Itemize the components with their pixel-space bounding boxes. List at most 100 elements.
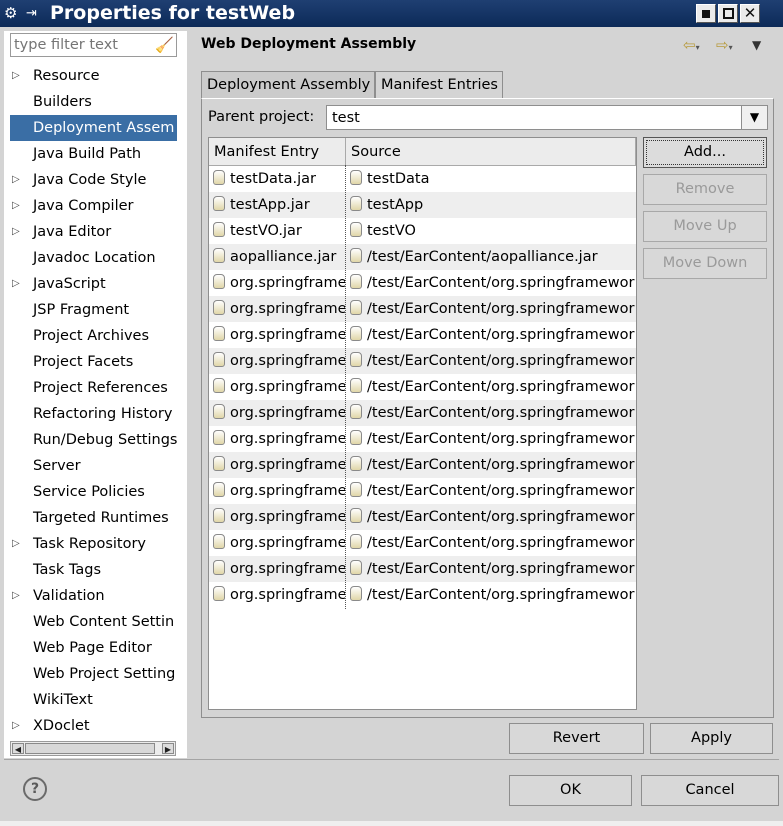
ok-button[interactable]: OK	[509, 775, 632, 806]
tree-item[interactable]: Java Build Path	[10, 141, 180, 167]
add-button[interactable]: Add...	[643, 137, 767, 168]
tree-item[interactable]: Project Facets	[10, 349, 180, 375]
minimize-button[interactable]	[696, 4, 716, 23]
move-up-button[interactable]: Move Up	[643, 211, 767, 242]
tree-item[interactable]: ▷ XDoclet	[10, 713, 180, 739]
forward-arrow-icon[interactable]: ⇨▾	[716, 35, 744, 55]
cell-text: /test/EarContent/org.springframewor	[367, 405, 635, 421]
expand-arrow-icon[interactable]: ▷	[12, 713, 24, 739]
tree-item[interactable]: Service Policies	[10, 479, 180, 505]
expand-arrow-icon[interactable]: ▷	[12, 193, 24, 219]
expand-arrow-icon[interactable]: ▷	[12, 531, 24, 557]
expand-arrow-icon[interactable]: ▷	[12, 63, 24, 89]
jar-icon	[213, 482, 225, 497]
table-row[interactable]: org.springframe/test/EarContent/org.spri…	[209, 400, 636, 426]
tree-item[interactable]: WikiText	[10, 687, 180, 713]
tree-item[interactable]: Web Content Settin	[10, 609, 180, 635]
tree-item[interactable]: Project References	[10, 375, 180, 401]
table-row[interactable]: testApp.jar testApp	[209, 192, 636, 218]
tree-item[interactable]: ▷ Resource	[10, 63, 180, 89]
table-row[interactable]: org.springframe/test/EarContent/org.spri…	[209, 530, 636, 556]
table-row[interactable]: org.springframe/test/EarContent/org.spri…	[209, 348, 636, 374]
title-bar[interactable]: ⚙ ⇥ Properties for testWeb ✕	[0, 0, 783, 27]
chevron-down-icon[interactable]: ▼	[741, 106, 767, 129]
tree-item-label: JavaScript	[33, 276, 106, 292]
table-row[interactable]: org.springframe/test/EarContent/org.spri…	[209, 296, 636, 322]
scroll-thumb[interactable]	[25, 743, 155, 754]
tree-item[interactable]: Javadoc Location	[10, 245, 180, 271]
cancel-button[interactable]: Cancel	[641, 775, 779, 806]
table-row[interactable]: org.springframe/test/EarContent/org.spri…	[209, 478, 636, 504]
apply-button[interactable]: Apply	[650, 723, 773, 754]
tab-manifest-entries[interactable]: Manifest Entries	[375, 71, 503, 98]
scroll-right-icon[interactable]: ▶	[162, 743, 174, 754]
manifest-entry-cell: org.springframe	[213, 582, 345, 608]
move-down-button[interactable]: Move Down	[643, 248, 767, 279]
app-icon[interactable]: ⚙	[4, 4, 24, 23]
expand-arrow-icon[interactable]: ▷	[12, 583, 24, 609]
filter-input[interactable]	[14, 36, 152, 54]
cell-text: /test/EarContent/org.springframewor	[367, 353, 635, 369]
expand-arrow-icon[interactable]: ▷	[12, 219, 24, 245]
tree-item[interactable]: Web Project Setting	[10, 661, 180, 687]
table-row[interactable]: org.springframe/test/EarContent/org.spri…	[209, 270, 636, 296]
tree-horizontal-scrollbar[interactable]: ◀ ▶	[10, 741, 176, 756]
pin-icon[interactable]: ⇥	[26, 4, 44, 23]
table-row[interactable]: org.springframe/test/EarContent/org.spri…	[209, 426, 636, 452]
close-button[interactable]: ✕	[740, 4, 760, 23]
manifest-entry-cell: org.springframe	[213, 374, 345, 400]
tree-item-label: Task Repository	[33, 536, 147, 552]
revert-button[interactable]: Revert	[509, 723, 644, 754]
maximize-button[interactable]	[718, 4, 738, 23]
tree-item[interactable]: Task Tags	[10, 557, 180, 583]
table-row[interactable]: testData.jar testData	[209, 166, 636, 192]
tree-item[interactable]: Targeted Runtimes	[10, 505, 180, 531]
table-row[interactable]: testVO.jar testVO	[209, 218, 636, 244]
property-page-tree[interactable]: ▷ Resource Builders Deployment Assem Java Bu…	[10, 63, 180, 739]
tree-item[interactable]: ▷ Java Compiler	[10, 193, 180, 219]
filter-field[interactable]: 🧹	[10, 33, 177, 57]
scroll-left-icon[interactable]: ◀	[12, 743, 24, 754]
expand-arrow-icon[interactable]: ▷	[12, 167, 24, 193]
table-row[interactable]: org.springframe/test/EarContent/org.spri…	[209, 582, 636, 608]
tree-item-label: Deployment Assem	[10, 115, 177, 141]
tree-item[interactable]: Server	[10, 453, 180, 479]
source-cell: testVO	[350, 218, 636, 244]
column-header-manifest-entry[interactable]: Manifest Entry	[209, 138, 346, 166]
tree-item[interactable]: ▷ Java Editor	[10, 219, 180, 245]
tree-item[interactable]: ▷ Validation	[10, 583, 180, 609]
jar-icon	[213, 534, 225, 549]
tree-item[interactable]: Builders	[10, 89, 180, 115]
tree-item[interactable]: Run/Debug Settings	[10, 427, 180, 453]
tree-item[interactable]: Refactoring History	[10, 401, 180, 427]
tree-item[interactable]: Deployment Assem	[10, 115, 180, 141]
tree-item[interactable]: Project Archives	[10, 323, 180, 349]
manifest-entry-cell: aopalliance.jar	[213, 244, 345, 270]
table-row[interactable]: org.springframe/test/EarContent/org.spri…	[209, 556, 636, 582]
manifest-entries-table[interactable]: Manifest Entry Source testData.jar testDa…	[208, 137, 637, 710]
tree-item[interactable]: ▷ Java Code Style	[10, 167, 180, 193]
tree-item[interactable]: JSP Fragment	[10, 297, 180, 323]
parent-project-combo[interactable]: test ▼	[326, 105, 768, 130]
expand-arrow-icon[interactable]: ▷	[12, 271, 24, 297]
cell-text: aopalliance.jar	[230, 249, 337, 265]
manifest-entry-cell: org.springframe	[213, 270, 345, 296]
tree-item[interactable]: Web Page Editor	[10, 635, 180, 661]
table-row[interactable]: org.springframe/test/EarContent/org.spri…	[209, 504, 636, 530]
column-header-source[interactable]: Source	[346, 138, 636, 166]
tab-deployment-assembly[interactable]: Deployment Assembly	[201, 71, 375, 98]
back-arrow-icon[interactable]: ⇦▾	[683, 35, 711, 55]
jar-icon	[213, 222, 225, 237]
table-row[interactable]: org.springframe/test/EarContent/org.spri…	[209, 322, 636, 348]
view-menu-icon[interactable]: ▼	[752, 35, 768, 55]
jar-icon	[350, 456, 362, 471]
help-icon[interactable]: ?	[23, 777, 47, 801]
jar-icon	[213, 170, 225, 185]
table-row[interactable]: org.springframe/test/EarContent/org.spri…	[209, 374, 636, 400]
tree-item[interactable]: ▷ JavaScript	[10, 271, 180, 297]
clear-broom-icon[interactable]: 🧹	[155, 36, 174, 54]
tree-item[interactable]: ▷ Task Repository	[10, 531, 180, 557]
table-row[interactable]: org.springframe/test/EarContent/org.spri…	[209, 452, 636, 478]
table-row[interactable]: aopalliance.jar/test/EarContent/aopallia…	[209, 244, 636, 270]
remove-button[interactable]: Remove	[643, 174, 767, 205]
